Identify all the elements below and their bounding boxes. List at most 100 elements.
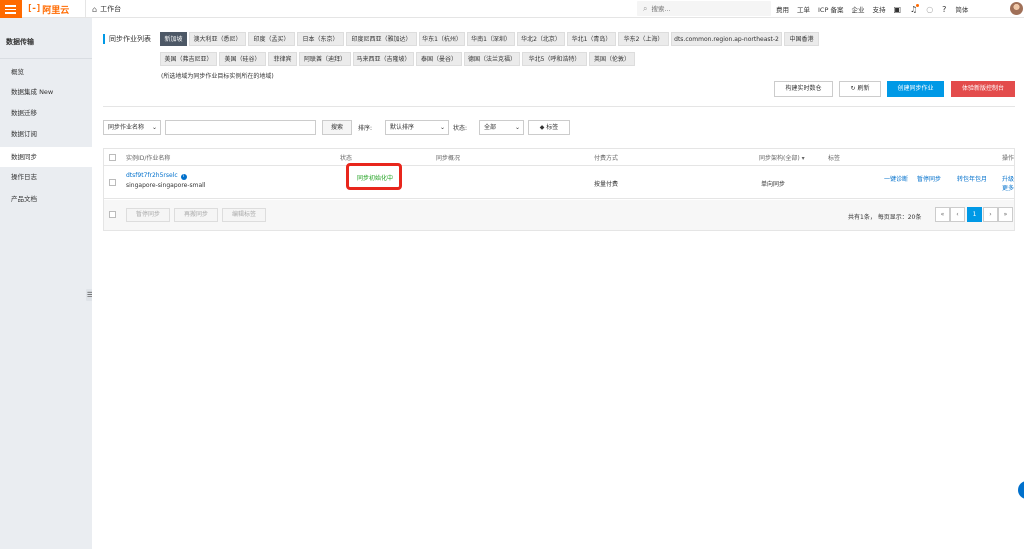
convert-subscription-link[interactable]: 转包年包月 xyxy=(957,174,987,183)
region-shanghai[interactable]: 华东2（上海） xyxy=(618,32,669,46)
refresh-label: 刷新 xyxy=(857,85,870,92)
info-icon[interactable]: i xyxy=(180,174,187,180)
header-overview: 同步概况 xyxy=(436,155,461,162)
header-arch[interactable]: 同步架构(全部) ▾ xyxy=(759,153,805,162)
create-sync-job-button[interactable]: 创建同步作业 xyxy=(887,81,944,97)
sidebar-item-sync[interactable]: 数据同步 xyxy=(0,147,92,167)
row-checkbox[interactable] xyxy=(109,179,116,186)
try-new-console-button[interactable]: 体验新版控制台 xyxy=(951,81,1015,97)
batch-pause-button[interactable]: 暂停同步 xyxy=(126,208,170,222)
diagnose-link[interactable]: 一键诊断 xyxy=(884,174,908,183)
region-frankfurt[interactable]: 德国（法兰克福） xyxy=(464,52,520,66)
page-title: 同步作业列表 xyxy=(103,34,151,44)
sidebar-title: 数据传输 xyxy=(6,38,34,46)
region-beijing[interactable]: 华北2（北京） xyxy=(517,32,565,46)
instance-id-link[interactable]: dtsf9t7fr2h5rselc xyxy=(126,172,178,179)
job-name: singapore-singapore-small xyxy=(126,182,206,189)
region-hongkong[interactable]: 中国香港 xyxy=(784,32,819,46)
search-button[interactable]: 搜索 xyxy=(322,120,352,135)
search-input[interactable] xyxy=(651,4,762,13)
first-page-button[interactable]: « xyxy=(935,207,950,222)
select-all-checkbox[interactable] xyxy=(109,154,116,161)
region-dubai[interactable]: 阿联酋（迪拜） xyxy=(299,52,351,66)
more-link[interactable]: 更多 xyxy=(1002,183,1014,192)
arch-cell: 单向同步 xyxy=(761,181,786,188)
global-search[interactable]: ⌕ xyxy=(637,1,771,16)
nav-icp[interactable]: ICP 备案 xyxy=(818,4,843,14)
sidebar-item-migration[interactable]: 数据迁移 xyxy=(0,103,92,123)
chevron-down-icon: ⌄ xyxy=(514,124,520,131)
nav-support[interactable]: 支持 xyxy=(872,4,885,14)
caret-down-icon: ▾ xyxy=(801,155,805,162)
region-silicon-valley[interactable]: 美国（硅谷） xyxy=(219,52,266,66)
region-london[interactable]: 英国（伦敦） xyxy=(589,52,635,66)
region-shenzhen[interactable]: 华南1（深圳） xyxy=(467,32,515,46)
sidebar-item-subscription[interactable]: 数据订阅 xyxy=(0,124,92,144)
job-search-input[interactable] xyxy=(165,120,316,135)
upgrade-link[interactable]: 升级 xyxy=(1002,174,1014,183)
chevron-down-icon: ⌄ xyxy=(151,124,157,131)
nav-ticket[interactable]: 工单 xyxy=(797,4,810,14)
region-philippines[interactable]: 菲律宾 xyxy=(268,52,297,66)
sidebar-item-oplog[interactable]: 操作日志 xyxy=(0,167,92,187)
region-bangkok[interactable]: 泰国（曼谷） xyxy=(416,52,462,66)
sync-jobs-table: 实例ID/作业名称 状态 同步概况 付费方式 同步架构(全部) ▾ 标签 操作 … xyxy=(103,148,1015,231)
prev-page-button[interactable]: ‹ xyxy=(950,207,965,222)
avatar[interactable] xyxy=(1010,2,1023,15)
next-page-button[interactable]: › xyxy=(983,207,998,222)
region-qingdao[interactable]: 华北1（青岛） xyxy=(567,32,616,46)
region-kuala-lumpur[interactable]: 马来西亚（吉隆坡） xyxy=(353,52,414,66)
page-1-button[interactable]: 1 xyxy=(967,207,982,222)
home-icon: ⌂ xyxy=(92,4,98,14)
sidebar-item-docs[interactable]: 产品文档 xyxy=(0,189,92,209)
sort-label: 排序: xyxy=(358,125,373,132)
pause-sync-link[interactable]: 暂停同步 xyxy=(917,174,941,183)
divider xyxy=(103,106,1015,107)
last-page-button[interactable]: » xyxy=(998,207,1013,222)
bell-icon[interactable]: ♫ xyxy=(910,3,920,14)
region-mumbai[interactable]: 印度（孟买） xyxy=(248,32,295,46)
region-sydney[interactable]: 澳大利亚（悉尼） xyxy=(189,32,246,46)
region-note: (所选地域为同步作业目标实例所在的地域) xyxy=(161,73,274,80)
nav-enterprise[interactable]: 企业 xyxy=(851,4,864,14)
sidebar-item-overview[interactable]: 概览 xyxy=(0,62,92,82)
tag-label: 标签 xyxy=(546,124,559,131)
header-instance: 实例ID/作业名称 xyxy=(126,155,171,162)
cloud-shell-icon[interactable]: ▣ xyxy=(893,5,901,14)
nav-billing[interactable]: 费用 xyxy=(776,4,789,14)
region-hangzhou[interactable]: 华东1（杭州） xyxy=(419,32,465,46)
help-icon[interactable]: ? xyxy=(942,5,946,14)
footer-select-all-checkbox[interactable] xyxy=(109,211,116,218)
region-ap-northeast-2[interactable]: dts.common.region.ap-northeast-2 xyxy=(671,32,782,46)
search-field-select[interactable]: 同步作业名称 ⌄ xyxy=(103,120,161,135)
status-value: 全部 xyxy=(484,124,497,131)
top-navigation-bar: [-] 阿里云 ⌂ 工作台 ⌕ 费用 工单 ICP 备案 企业 支持 ▣ ♫ ○… xyxy=(0,0,1024,18)
aliyun-logo[interactable]: [-] 阿里云 xyxy=(27,3,70,16)
header-tag: 标签 xyxy=(828,155,841,162)
status-select[interactable]: 全部 ⌄ xyxy=(479,120,524,135)
status-label: 状态: xyxy=(453,125,468,132)
chevron-down-icon: ⌄ xyxy=(439,124,445,131)
region-jakarta[interactable]: 印度尼西亚（雅加达） xyxy=(346,32,417,46)
batch-edit-tag-button[interactable]: 编辑标签 xyxy=(222,208,266,222)
bulb-icon[interactable]: ○ xyxy=(926,5,933,14)
refresh-button[interactable]: ↻ 刷新 xyxy=(839,81,881,97)
batch-resync-button[interactable]: 再搬同步 xyxy=(174,208,218,222)
menu-icon[interactable] xyxy=(0,0,22,18)
sort-select[interactable]: 默认排序 ⌄ xyxy=(385,120,449,135)
table-row: dtsf9t7fr2h5rselc i singapore-singapore-s… xyxy=(104,163,1014,199)
region-hohhot[interactable]: 华北5（呼和浩特） xyxy=(522,52,587,66)
table-footer: 暂停同步 再搬同步 编辑标签 共有1条， 每页显示：20条 « ‹ 1 › » xyxy=(104,200,1014,230)
build-warehouse-button[interactable]: 构建实时数仓 xyxy=(774,81,833,97)
header-arch-label: 同步架构(全部) xyxy=(759,155,800,162)
divider xyxy=(0,58,92,59)
language-switch[interactable]: 简体 xyxy=(955,4,968,14)
workbench-link[interactable]: ⌂ 工作台 xyxy=(92,4,121,14)
region-singapore[interactable]: 新加坡 xyxy=(160,32,187,46)
sort-value: 默认排序 xyxy=(390,124,415,131)
sidebar-item-integration[interactable]: 数据集成 New xyxy=(0,82,92,102)
tag-filter-button[interactable]: ◆ 标签 xyxy=(528,120,570,135)
region-tokyo[interactable]: 日本（东京） xyxy=(297,32,344,46)
region-virginia[interactable]: 美国（弗吉尼亚） xyxy=(160,52,217,66)
logo-text: 阿里云 xyxy=(42,5,70,16)
